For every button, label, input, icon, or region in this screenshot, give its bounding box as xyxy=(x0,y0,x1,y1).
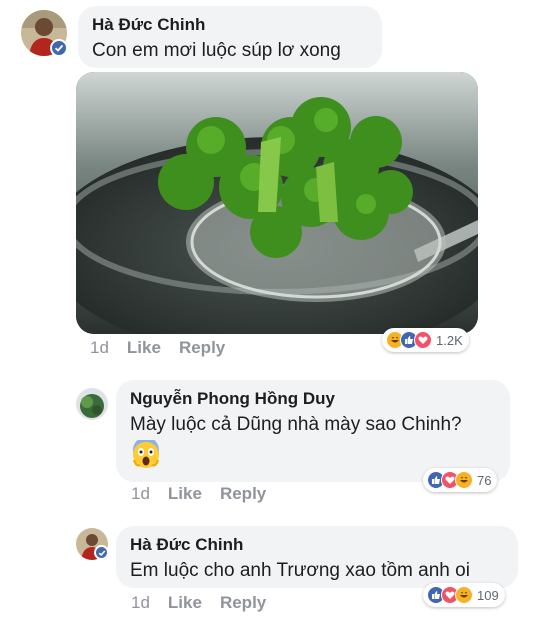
like-button[interactable]: Like xyxy=(168,593,202,613)
scream-emoji-icon xyxy=(133,440,159,468)
haha-icon xyxy=(455,586,473,604)
reply-text: Mày luộc cả Dũng nhà mày sao Chinh? xyxy=(130,414,462,435)
comment-photo[interactable] xyxy=(76,72,478,334)
avatar[interactable] xyxy=(76,388,108,420)
reply-author[interactable]: Nguyễn Phong Hồng Duy xyxy=(130,388,496,410)
reply-time[interactable]: 1d xyxy=(131,484,150,504)
reactions-summary[interactable]: 1.2K xyxy=(382,328,469,352)
comment-actions: 1d Like Reply xyxy=(90,338,225,358)
verified-badge-icon xyxy=(50,39,68,57)
reply-button[interactable]: Reply xyxy=(179,338,225,358)
haha-icon xyxy=(455,471,473,489)
reactions-summary[interactable]: 109 xyxy=(423,583,505,607)
like-button[interactable]: Like xyxy=(168,484,202,504)
reply-author[interactable]: Hà Đức Chinh xyxy=(130,534,504,556)
reply-button[interactable]: Reply xyxy=(220,593,266,613)
reactions-summary[interactable]: 76 xyxy=(423,468,498,492)
comment-author[interactable]: Hà Đức Chinh xyxy=(92,14,368,36)
reply-time[interactable]: 1d xyxy=(131,593,150,613)
reactions-count: 109 xyxy=(477,587,499,603)
love-icon xyxy=(414,331,432,349)
comment-text: Con em mơi luộc súp lơ xong xyxy=(92,40,341,61)
comment-time[interactable]: 1d xyxy=(90,338,109,358)
reply-text: Em luộc cho anh Trương xao tồm anh oi xyxy=(130,560,470,581)
verified-badge-icon xyxy=(94,545,109,560)
reactions-count: 76 xyxy=(477,472,492,488)
like-button[interactable]: Like xyxy=(127,338,161,358)
reply-actions: 1d Like Reply xyxy=(131,484,266,504)
reply-actions: 1d Like Reply xyxy=(131,593,266,613)
reply-bubble: Hà Đức Chinh Em luộc cho anh Trương xao … xyxy=(116,526,518,588)
comment-bubble: Hà Đức Chinh Con em mơi luộc súp lơ xong xyxy=(78,6,382,68)
reactions-count: 1.2K xyxy=(436,332,463,348)
reply-bubble: Nguyễn Phong Hồng Duy Mày luộc cả Dũng n… xyxy=(116,380,510,482)
reply-button[interactable]: Reply xyxy=(220,484,266,504)
